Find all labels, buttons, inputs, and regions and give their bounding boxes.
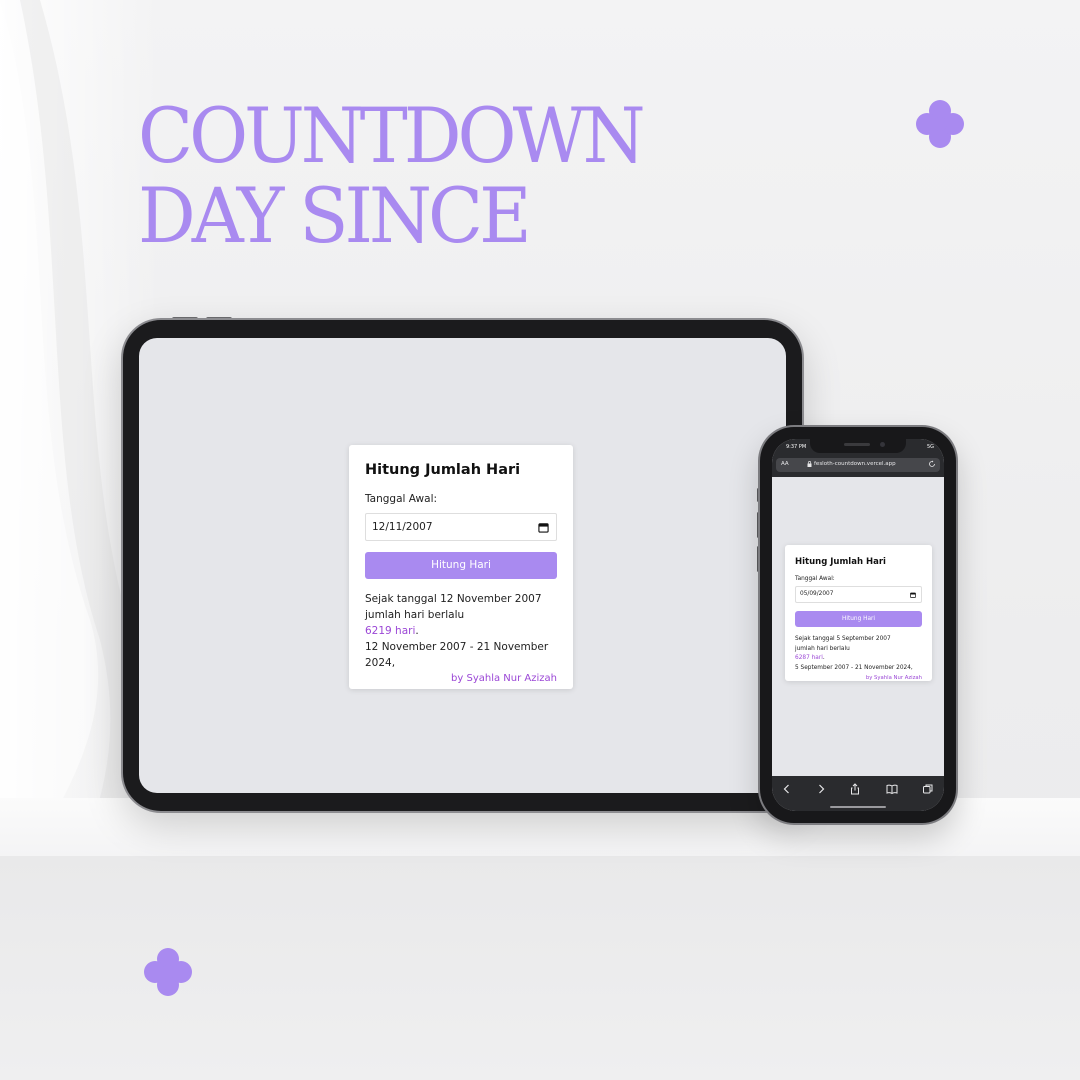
calendar-icon[interactable] bbox=[910, 592, 916, 598]
clover-icon bbox=[144, 948, 192, 996]
result-range: 12 November 2007 - 21 November 2024, bbox=[365, 641, 549, 669]
headline-line-1: COUNTDOWN bbox=[138, 91, 646, 180]
calculate-button[interactable]: Hitung Hari bbox=[365, 552, 557, 579]
result-text: Sejak tanggal 12 November 2007 jumlah ha… bbox=[365, 591, 557, 687]
start-date-input[interactable]: 05/09/2007 bbox=[795, 586, 922, 603]
days-count: 6219 hari bbox=[365, 625, 416, 637]
author-byline: by Syahla Nur Azizah bbox=[451, 673, 557, 684]
status-time: 9:37 PM bbox=[786, 444, 807, 450]
back-icon[interactable] bbox=[781, 783, 793, 795]
browser-toolbar bbox=[772, 776, 944, 811]
headline: COUNTDOWN DAY SINCE bbox=[138, 91, 646, 260]
lock-icon bbox=[807, 461, 812, 467]
days-count: 6287 hari bbox=[795, 655, 823, 661]
result-line-1: Sejak tanggal 12 November 2007 bbox=[365, 593, 542, 605]
days-suffix: . bbox=[822, 655, 825, 661]
clover-icon bbox=[916, 100, 964, 148]
phone-device: 9:37 PM 5G AA fesloth-countdown.vercel.a… bbox=[760, 427, 956, 823]
status-signal: 5G bbox=[926, 444, 934, 450]
phone-notch bbox=[810, 439, 906, 453]
browser-top-bar: 9:37 PM 5G AA fesloth-countdown.vercel.a… bbox=[772, 439, 944, 477]
card-title: Hitung Jumlah Hari bbox=[365, 462, 521, 478]
start-date-input[interactable]: 12/11/2007 bbox=[365, 513, 557, 541]
earpiece-speaker bbox=[844, 443, 870, 446]
days-suffix: . bbox=[415, 625, 419, 637]
tablet-screen: Hitung Jumlah Hari Tanggal Awal: 12/11/2… bbox=[139, 338, 786, 793]
start-date-label: Tanggal Awal: bbox=[365, 493, 438, 505]
calendar-icon[interactable] bbox=[538, 522, 549, 533]
start-date-value: 05/09/2007 bbox=[800, 591, 834, 597]
forward-icon[interactable] bbox=[815, 783, 827, 795]
countdown-card: Hitung Jumlah Hari Tanggal Awal: 12/11/2… bbox=[349, 445, 573, 689]
author-byline: by Syahla Nur Azizah bbox=[865, 675, 922, 681]
start-date-label: Tanggal Awal: bbox=[795, 576, 835, 582]
tablet-device: Hitung Jumlah Hari Tanggal Awal: 12/11/2… bbox=[123, 320, 802, 811]
result-text: Sejak tanggal 5 September 2007 jumlah ha… bbox=[795, 635, 922, 684]
calculate-button[interactable]: Hitung Hari bbox=[795, 611, 922, 627]
home-indicator bbox=[830, 806, 886, 808]
bookmarks-icon[interactable] bbox=[886, 783, 898, 795]
countdown-card: Hitung Jumlah Hari Tanggal Awal: 05/09/2… bbox=[785, 545, 932, 681]
result-line-2: jumlah hari berlalu bbox=[365, 609, 465, 621]
phone-screen: 9:37 PM 5G AA fesloth-countdown.vercel.a… bbox=[772, 439, 944, 811]
result-line-1: Sejak tanggal 5 September 2007 bbox=[795, 636, 891, 642]
front-camera bbox=[880, 442, 885, 447]
address-bar[interactable]: AA fesloth-countdown.vercel.app bbox=[776, 458, 940, 472]
reader-aa-button[interactable]: AA bbox=[781, 461, 789, 467]
result-days-line: 6287 hari. bbox=[795, 654, 922, 664]
reload-icon[interactable] bbox=[928, 460, 936, 468]
share-icon[interactable] bbox=[849, 783, 861, 795]
result-line-2: jumlah hari berlalu bbox=[795, 645, 850, 652]
tabs-icon[interactable] bbox=[922, 783, 934, 795]
headline-line-2: DAY SINCE bbox=[138, 171, 532, 260]
result-range: 5 September 2007 - 21 November 2024, bbox=[795, 664, 913, 671]
result-days-line: 6219 hari. bbox=[365, 623, 557, 639]
card-title: Hitung Jumlah Hari bbox=[795, 557, 886, 567]
url-text: fesloth-countdown.vercel.app bbox=[814, 461, 896, 467]
start-date-value: 12/11/2007 bbox=[372, 521, 433, 533]
